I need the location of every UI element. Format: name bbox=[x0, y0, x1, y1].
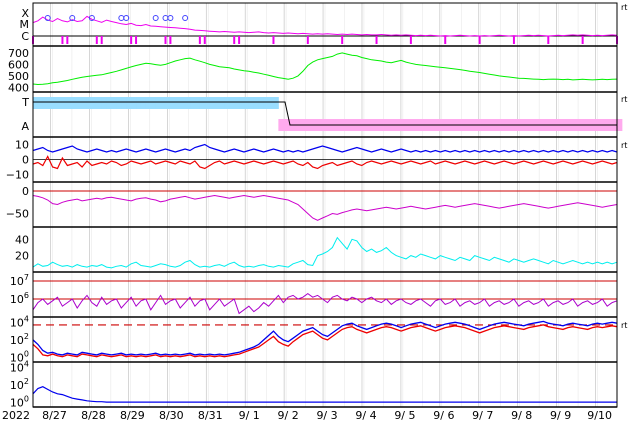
toward-sector-block bbox=[33, 97, 39, 109]
toward-sector-block bbox=[42, 97, 49, 109]
toward-sector-block bbox=[77, 97, 83, 109]
y-tick-label: −10 bbox=[6, 169, 29, 182]
y-tick-label: 10 bbox=[15, 139, 29, 152]
y-tick-label: 104 bbox=[10, 359, 29, 374]
x-tick-label: 9/ 3 bbox=[316, 409, 337, 422]
toward-sector-block bbox=[37, 97, 44, 109]
panel-side-label: rt bbox=[621, 3, 627, 12]
x-tick-label: 9/ 5 bbox=[394, 409, 415, 422]
toward-sector-block bbox=[263, 97, 270, 109]
toward-sector-block bbox=[170, 97, 176, 109]
y-tick-label: 0 bbox=[22, 185, 29, 198]
toward-sector-block bbox=[180, 97, 186, 109]
toward-sector-block bbox=[72, 97, 78, 109]
y-label-toward: T bbox=[21, 96, 29, 109]
y-tick-label: 107 bbox=[10, 273, 29, 288]
toward-sector-block bbox=[175, 97, 181, 109]
y-tick-label: 20 bbox=[15, 250, 29, 263]
toward-sector-block bbox=[111, 97, 117, 109]
panel-side-label: rt bbox=[621, 141, 627, 150]
toward-sector-block bbox=[244, 97, 250, 109]
toward-sector-block bbox=[140, 97, 147, 109]
x-tick-label: 9/ 4 bbox=[355, 409, 376, 422]
toward-sector-block bbox=[52, 97, 58, 109]
toward-sector-block bbox=[258, 97, 265, 109]
flare-marker bbox=[167, 15, 174, 21]
x-tick-label: 8/30 bbox=[159, 409, 184, 422]
x-tick-label: 8/27 bbox=[42, 409, 67, 422]
y-label-c-class: C bbox=[21, 30, 29, 43]
toward-sector-block bbox=[150, 97, 157, 109]
y-tick-label: 106 bbox=[10, 291, 29, 306]
toward-sector-block bbox=[62, 97, 68, 109]
x-tick-label: 9/ 8 bbox=[511, 409, 532, 422]
toward-sector-block bbox=[253, 97, 260, 109]
toward-sector-block bbox=[116, 97, 122, 109]
panel-side-label: rt bbox=[621, 95, 627, 104]
panel-side-label: rt bbox=[621, 321, 627, 330]
away-sector-block bbox=[283, 119, 289, 131]
toward-sector-block bbox=[91, 97, 98, 109]
toward-sector-block bbox=[224, 97, 230, 109]
x-tick-label: 9/10 bbox=[587, 409, 612, 422]
toward-sector-block bbox=[67, 97, 73, 109]
toward-sector-block bbox=[131, 97, 137, 109]
toward-sector-block bbox=[160, 97, 166, 109]
x-tick-label: 9/ 9 bbox=[550, 409, 571, 422]
x-tick-label: 9/ 1 bbox=[239, 409, 260, 422]
toward-sector-block bbox=[199, 97, 206, 109]
toward-sector-block bbox=[190, 97, 196, 109]
y-label-away: A bbox=[21, 120, 29, 133]
x-tick-label: 8/31 bbox=[198, 409, 223, 422]
toward-sector-block bbox=[106, 97, 112, 109]
toward-sector-block bbox=[248, 97, 255, 109]
y-tick-label: 102 bbox=[10, 332, 29, 347]
toward-sector-block bbox=[194, 97, 201, 109]
toward-sector-block bbox=[268, 97, 274, 109]
toward-sector-block bbox=[219, 97, 225, 109]
flare-marker bbox=[182, 15, 189, 21]
toward-sector-block bbox=[273, 97, 279, 109]
x-year-label: 2022 bbox=[2, 409, 30, 422]
toward-sector-block bbox=[155, 97, 162, 109]
toward-sector-block bbox=[101, 97, 108, 109]
away-sector-block bbox=[278, 119, 284, 131]
toward-sector-block bbox=[185, 97, 191, 109]
y-tick-label: 104 bbox=[10, 314, 29, 329]
toward-sector-block bbox=[165, 97, 171, 109]
toward-sector-block bbox=[209, 97, 216, 109]
y-tick-label: 0 bbox=[22, 154, 29, 167]
space-weather-chart: 2022 8/27 8/28 8/29 8/30 8/31 9/ 1 9/ 2 9/ 3 9/ 4… bbox=[2, 2, 627, 422]
x-tick-label: 9/ 6 bbox=[433, 409, 454, 422]
y-tick-label: 400 bbox=[8, 81, 29, 94]
y-tick-label: 40 bbox=[15, 233, 29, 246]
toward-sector-block bbox=[57, 97, 63, 109]
x-tick-label: 9/ 7 bbox=[472, 409, 493, 422]
toward-sector-block bbox=[136, 97, 142, 109]
toward-sector-block bbox=[126, 97, 132, 109]
y-tick-label: −50 bbox=[6, 208, 29, 221]
toward-sector-block bbox=[214, 97, 220, 109]
x-tick-label: 9/ 2 bbox=[278, 409, 299, 422]
toward-sector-block bbox=[121, 97, 127, 109]
toward-sector-block bbox=[234, 97, 240, 109]
x-tick-label: 8/28 bbox=[81, 409, 106, 422]
toward-sector-block bbox=[96, 97, 103, 109]
away-sector-block bbox=[617, 119, 623, 131]
toward-sector-block bbox=[47, 97, 54, 109]
toward-sector-block bbox=[239, 97, 245, 109]
toward-sector-block bbox=[229, 97, 235, 109]
toward-sector-block bbox=[145, 97, 152, 109]
toward-sector-block bbox=[86, 97, 93, 109]
flare-marker bbox=[152, 15, 159, 21]
flare-marker bbox=[123, 15, 130, 21]
toward-sector-block bbox=[204, 97, 211, 109]
toward-sector-block bbox=[82, 97, 88, 109]
y-tick-label: 100 bbox=[10, 395, 29, 410]
flare-marker bbox=[118, 15, 125, 21]
x-tick-label: 8/29 bbox=[120, 409, 145, 422]
y-tick-label: 102 bbox=[10, 377, 29, 392]
